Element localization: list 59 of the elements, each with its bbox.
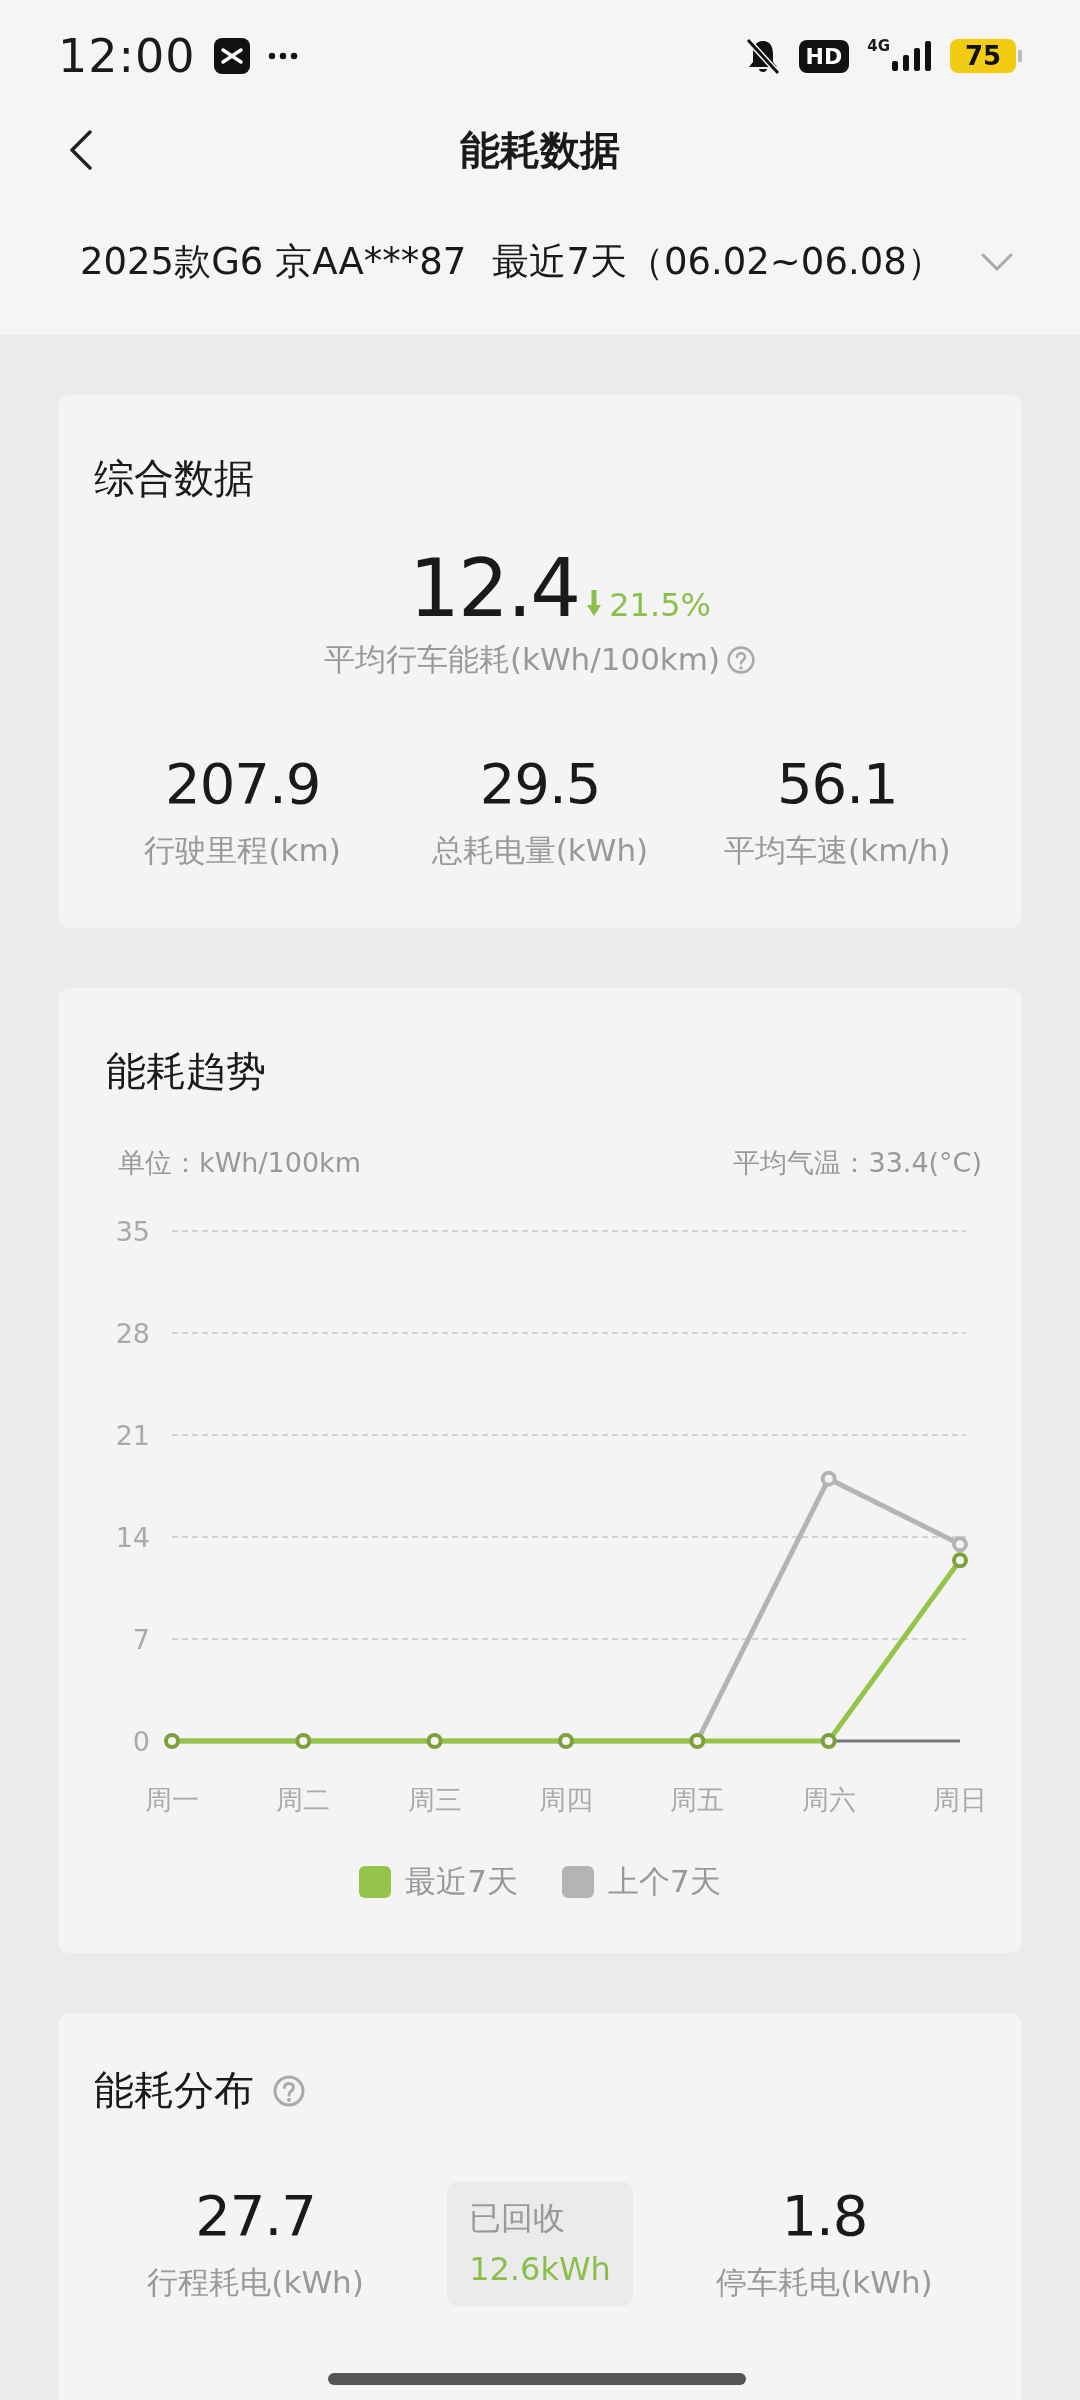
average-consumption: 12.4 — [409, 542, 580, 635]
chevron-down-icon[interactable] — [979, 251, 1014, 272]
stat-label: 行驶里程(km) — [144, 831, 341, 870]
y-axis-label: 28 — [115, 1318, 150, 1349]
stat-label: 平均车速(km/h) — [724, 831, 951, 870]
hd-badge: HD — [798, 39, 850, 73]
data-point — [820, 1470, 837, 1487]
x-axis-label: 周日 — [933, 1784, 987, 1815]
date-range[interactable]: 最近7天（06.02~06.08） — [492, 236, 944, 287]
battery-level: 75 — [950, 39, 1016, 73]
temperature-label: 平均气温：33.4(°C) — [733, 1146, 982, 1180]
y-axis-label: 0 — [132, 1726, 150, 1757]
card-title: 能耗分布 — [94, 2066, 254, 2115]
stat-label: 总耗电量(kWh) — [431, 831, 649, 870]
vehicle-name[interactable]: 2025款G6 京AA***87 — [80, 236, 467, 287]
stat-label: 停车耗电(kWh) — [716, 2263, 933, 2303]
x-axis-label: 周一 — [145, 1784, 199, 1815]
metric-label: 平均行车能耗(kWh/100km) — [323, 640, 721, 679]
card-title: 能耗趋势 — [106, 1047, 266, 1096]
data-point — [952, 1536, 968, 1553]
card-title: 综合数据 — [94, 454, 254, 503]
data-point — [164, 1733, 180, 1749]
x-axis-label: 周五 — [670, 1784, 725, 1815]
recovered-value: 12.6kWh — [469, 2248, 611, 2290]
x-axis-label: 周三 — [407, 1784, 462, 1815]
change-percent: 21.5% — [609, 586, 711, 624]
stat-label: 行程耗电(kWh) — [147, 2263, 364, 2303]
signal-icon — [892, 41, 932, 71]
data-point — [558, 1733, 574, 1749]
recovered-label: 已回收 — [469, 2198, 567, 2239]
arrow-down-icon — [587, 590, 602, 616]
app-icon — [213, 38, 250, 74]
network-type: 4G — [867, 37, 890, 55]
stat-value: 27.7 — [195, 2183, 316, 2249]
legend-label: 最近7天 — [405, 1862, 518, 1901]
x-axis-label: 周六 — [801, 1784, 856, 1815]
bell-muted-icon — [744, 37, 781, 75]
unit-label: 单位：kWh/100km — [118, 1146, 361, 1180]
stat-value: 29.5 — [479, 751, 601, 816]
y-axis-label: 35 — [115, 1216, 150, 1247]
data-point — [689, 1733, 706, 1749]
stat-value: 1.8 — [781, 2183, 868, 2249]
y-axis-label: 21 — [115, 1420, 150, 1451]
status-time: 12:00 — [58, 29, 196, 83]
stat-value: 56.1 — [777, 751, 898, 816]
x-axis-label: 周二 — [276, 1784, 331, 1815]
help-icon[interactable] — [726, 645, 757, 675]
y-axis-label: 7 — [132, 1624, 150, 1655]
more-notifications-icon — [267, 52, 298, 60]
y-axis-label: 14 — [115, 1522, 150, 1553]
page-title: 能耗数据 — [460, 125, 620, 175]
data-point — [295, 1733, 312, 1749]
data-point — [952, 1552, 968, 1569]
legend-label: 上个7天 — [608, 1862, 721, 1901]
help-icon[interactable] — [272, 2073, 306, 2108]
x-axis-label: 周四 — [539, 1784, 593, 1815]
data-point — [820, 1733, 837, 1749]
stat-value: 207.9 — [165, 751, 321, 816]
data-point — [426, 1733, 443, 1749]
